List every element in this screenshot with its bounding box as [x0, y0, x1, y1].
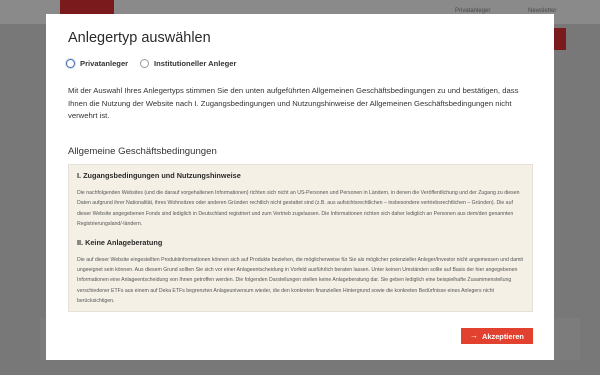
radio-institutional-investor[interactable]: Institutioneller Anleger [140, 59, 236, 68]
terms-heading: I. Zugangsbedingungen und Nutzungshinwei… [77, 171, 241, 180]
radio-private-investor[interactable]: Privatanleger [66, 59, 128, 68]
accept-button-label: Akzeptieren [482, 331, 524, 341]
radio-label: Privatanleger [80, 59, 129, 68]
terms-heading: II. Keine Anlageberatung [77, 237, 163, 247]
terms-paragraph: Die auf dieser Website eingestellten Pro… [77, 256, 523, 305]
arrow-right-icon: → [470, 331, 479, 340]
accept-button[interactable]: → Akzeptieren [461, 328, 533, 344]
terms-scroll-box[interactable]: I. Zugangsbedingungen und Nutzungshinwei… [68, 164, 533, 312]
intro-text: Mit der Auswahl Ihres Anlegertyps stimme… [68, 86, 519, 121]
radio-button-selected[interactable] [66, 59, 75, 68]
radio-label: Institutioneller Anleger [154, 59, 237, 68]
background-accent-bar [552, 28, 566, 50]
radio-button[interactable] [140, 59, 149, 68]
terms-section-title: Allgemeine Geschäftsbedingungen [68, 146, 217, 157]
terms-paragraph: Die nachfolgenden Websites (und die dara… [77, 190, 520, 228]
modal-title: Anlegertyp auswählen [68, 30, 211, 46]
